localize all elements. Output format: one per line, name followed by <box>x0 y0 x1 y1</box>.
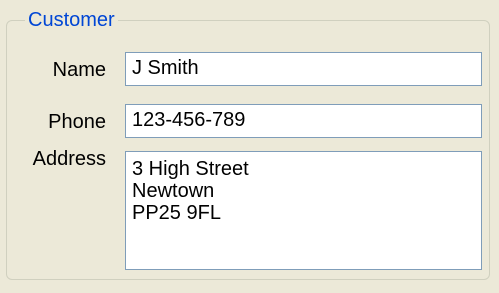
name-field[interactable]: J Smith <box>125 52 482 86</box>
phone-label: Phone <box>48 111 106 133</box>
name-label: Name <box>52 59 106 81</box>
phone-value: 123-456-789 <box>132 109 246 131</box>
groupbox-title: Customer <box>25 9 118 31</box>
name-value: J Smith <box>132 57 199 79</box>
phone-field[interactable]: 123-456-789 <box>125 104 482 138</box>
address-line-1: 3 High Street <box>132 158 249 180</box>
address-textarea[interactable]: 3 High Street Newtown PP25 9FL <box>125 151 482 270</box>
address-line-3: PP25 9FL <box>132 202 221 224</box>
address-label: Address <box>32 148 106 170</box>
address-line-2: Newtown <box>132 180 215 202</box>
